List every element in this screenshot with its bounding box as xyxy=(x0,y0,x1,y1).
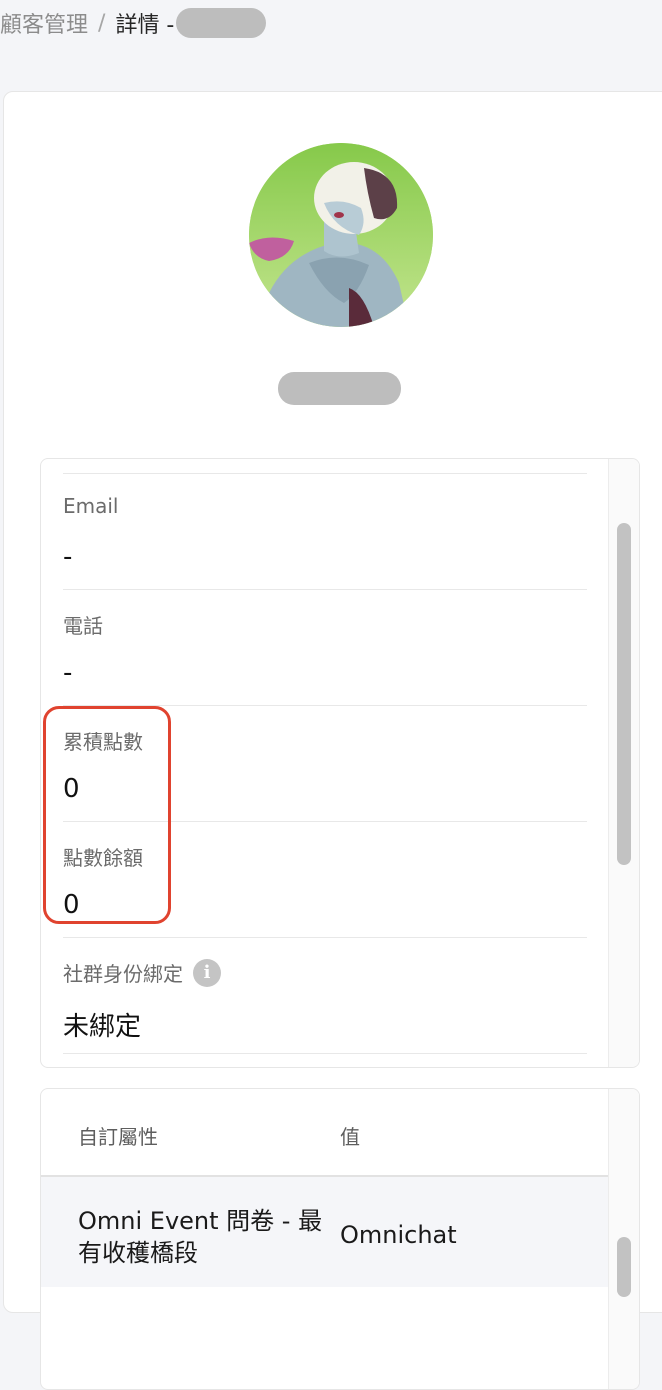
attributes-scrollbar-thumb[interactable] xyxy=(617,1237,631,1297)
customer-detail-card: Email - 電話 - 累積點數 0 點數餘額 0 社群身份綁定 i 未綁定 xyxy=(3,91,662,1390)
attribute-value-cell: Omnichat xyxy=(340,1221,457,1249)
attribute-name-cell: Omni Event 問卷 - 最有收穫橋段 xyxy=(78,1207,323,1267)
field-label-wrapper: 社群身份綁定 i xyxy=(63,958,221,987)
table-header: 自訂屬性 值 xyxy=(41,1089,609,1177)
redacted-customer-name xyxy=(176,8,267,38)
info-scrollbar-thumb[interactable] xyxy=(617,523,631,865)
column-header-value: 值 xyxy=(340,1125,360,1149)
field-value: 未綁定 xyxy=(63,1012,142,1042)
redacted-display-name xyxy=(278,372,401,405)
field-value: - xyxy=(63,658,73,688)
field-label: 點數餘額 xyxy=(63,846,143,870)
field-label: Email xyxy=(63,494,119,518)
field-label: 電話 xyxy=(63,614,103,638)
field-value: 0 xyxy=(63,774,80,804)
breadcrumb-customer-management-link[interactable]: 顧客管理 xyxy=(0,7,88,39)
field-phone: 電話 - xyxy=(63,589,587,705)
customer-info-panel: Email - 電話 - 累積點數 0 點數餘額 0 社群身份綁定 i 未綁定 xyxy=(40,458,640,1068)
field-points-balance: 點數餘額 0 xyxy=(63,821,587,937)
customer-info-list: Email - 電話 - 累積點數 0 點數餘額 0 社群身份綁定 i 未綁定 xyxy=(63,473,587,1054)
field-social-binding: 社群身份綁定 i 未綁定 xyxy=(63,937,587,1054)
field-value: - xyxy=(63,542,73,572)
breadcrumb-separator: / xyxy=(98,10,106,36)
info-scrollbar[interactable] xyxy=(608,459,639,1067)
field-label: 社群身份綁定 xyxy=(63,962,183,986)
info-icon[interactable]: i xyxy=(193,958,221,987)
table-row: Omni Event 問卷 - 最有收穫橋段 Omnichat xyxy=(41,1177,609,1287)
column-header-attribute: 自訂屬性 xyxy=(78,1125,158,1149)
field-value: 0 xyxy=(63,890,80,920)
avatar xyxy=(249,143,433,327)
breadcrumb: 顧客管理 / 詳情 - xyxy=(0,0,267,46)
attributes-scrollbar[interactable] xyxy=(608,1089,639,1389)
avatar-image xyxy=(249,143,433,327)
field-accumulated-points: 累積點數 0 xyxy=(63,705,587,821)
field-label: 累積點數 xyxy=(63,730,143,754)
custom-attributes-table: 自訂屬性 值 Omni Event 問卷 - 最有收穫橋段 Omnichat xyxy=(40,1088,640,1390)
field-email: Email - xyxy=(63,473,587,589)
breadcrumb-current: 詳情 - xyxy=(115,13,175,38)
